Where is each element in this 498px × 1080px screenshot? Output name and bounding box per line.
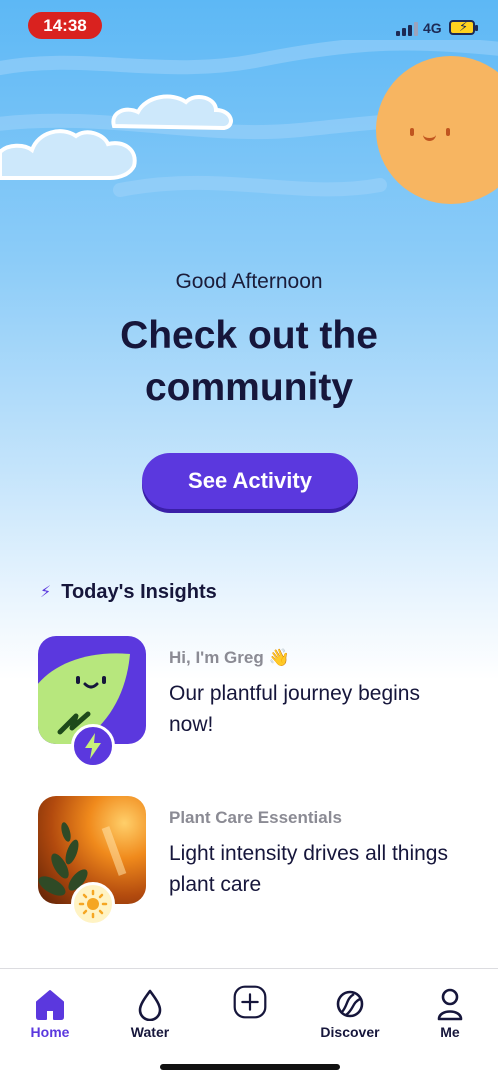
lightning-icon	[71, 724, 115, 768]
greeting-text: Good Afternoon	[175, 270, 323, 293]
insights-header: ⚡︎ Today's Insights	[40, 578, 217, 606]
nav-label-discover: Discover	[320, 1024, 380, 1040]
nav-water[interactable]: Water	[110, 969, 190, 1049]
screen: 14:38 4G ⚡ Good Afternoon Check out the …	[0, 0, 498, 1080]
nav-me[interactable]: Me	[410, 969, 490, 1049]
nav-label-home: Home	[30, 1024, 70, 1040]
nav-discover[interactable]: Discover	[310, 969, 390, 1049]
nav-label-water: Water	[130, 1024, 170, 1040]
discover-icon	[336, 990, 364, 1018]
water-drop-icon	[138, 989, 162, 1021]
card-eyebrow: Plant Care Essentials	[169, 808, 342, 827]
card-title: Our plantful journey begins now!	[169, 682, 420, 736]
home-icon	[36, 990, 64, 1020]
plus-icon	[233, 985, 267, 1019]
person-icon	[437, 988, 463, 1021]
hero-headline: Check out the community	[120, 314, 378, 409]
status-time: 14:38	[28, 12, 102, 39]
insights-title: Today's Insights	[61, 580, 217, 603]
nav-label-me: Me	[440, 1024, 460, 1040]
card-eyebrow: Hi, I'm Greg 👋	[169, 648, 290, 667]
see-activity-button[interactable]: See Activity	[142, 453, 358, 509]
network-type: 4G	[423, 20, 442, 36]
card-title: Light intensity drives all things plant …	[169, 842, 448, 896]
insight-card[interactable]: Hi, I'm Greg 👋 Our plantful journey begi…	[38, 636, 458, 768]
sun-eye	[410, 128, 414, 136]
signal-icon	[396, 22, 418, 36]
sun-mouth	[423, 134, 436, 141]
sun-eye	[446, 128, 450, 136]
lightning-icon: ⚡︎	[40, 584, 52, 601]
add-plant-button[interactable]	[210, 969, 290, 1049]
insight-card[interactable]: Plant Care Essentials Light intensity dr…	[38, 796, 458, 926]
home-indicator	[160, 1064, 340, 1070]
nav-home[interactable]: Home	[10, 969, 90, 1049]
cloud-icon	[0, 94, 233, 180]
battery-icon: ⚡	[449, 19, 478, 35]
sun-icon	[71, 882, 115, 926]
